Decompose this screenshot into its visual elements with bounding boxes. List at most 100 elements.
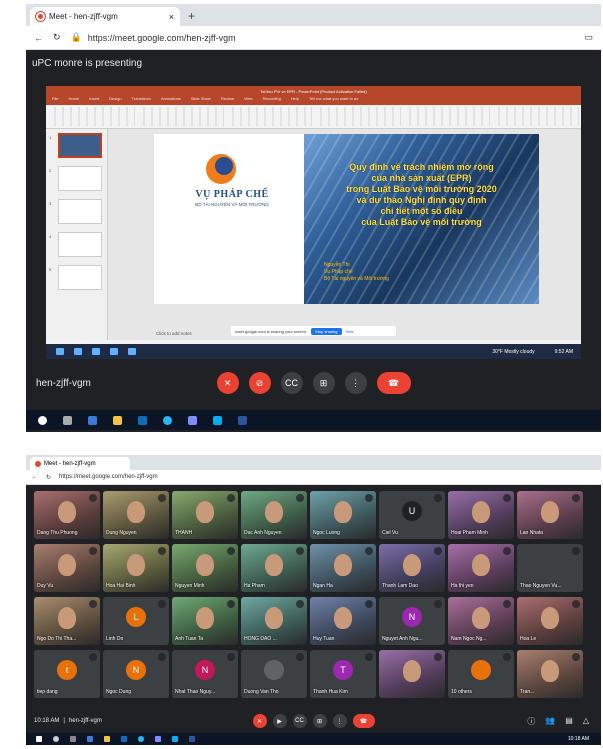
outlook-icon[interactable] [138, 415, 147, 425]
reload-icon[interactable]: ↻ [53, 32, 61, 43]
word-icon[interactable] [189, 736, 195, 742]
participant-tile[interactable]: THANH [172, 491, 238, 539]
tab-search-icon[interactable]: ▭ [584, 32, 593, 43]
chat-icon[interactable]: ▤ [565, 716, 573, 727]
participant-tile[interactable]: Duong Van Tho [241, 650, 307, 698]
participant-tile[interactable]: N Nhat Thao Nguy... [172, 650, 238, 698]
url-field[interactable]: 🔒 https://meet.google.com/hen-zjff-vgm [71, 32, 575, 43]
captions-icon[interactable]: CC [292, 714, 307, 728]
participant-tile[interactable]: Nguyen Minh [172, 544, 238, 592]
participant-tile[interactable]: Ngan Ha [310, 544, 376, 592]
teams-icon[interactable] [155, 736, 161, 742]
participant-tile[interactable]: Ngo Do Thi Tha... [34, 597, 100, 645]
ribbon-tab[interactable]: Design [109, 96, 121, 105]
participant-tile[interactable]: Huy Tuan [310, 597, 376, 645]
participant-tile[interactable]: Ngoc Luong [310, 491, 376, 539]
search-icon[interactable] [38, 415, 47, 425]
participant-name: Linh Do [106, 636, 124, 642]
edge-icon[interactable] [138, 736, 144, 742]
ribbon-tab[interactable]: File [52, 96, 58, 105]
ribbon-tab[interactable]: Transitions [132, 96, 151, 105]
camera-icon[interactable]: ▶ [272, 714, 287, 728]
ribbon-tab[interactable]: Insert [89, 96, 99, 105]
ribbon-tab[interactable]: Help [291, 96, 299, 105]
present-icon[interactable]: ⊞ [312, 372, 335, 394]
ribbon-tab[interactable]: Tell me what you want to do [309, 96, 358, 105]
edge-icon[interactable] [163, 415, 172, 425]
more-options-icon[interactable]: ⋮ [344, 372, 367, 394]
participant-tile[interactable] [379, 650, 445, 698]
participant-tile[interactable]: Hoa Le [517, 597, 583, 645]
slide-thumbnail[interactable] [58, 133, 102, 158]
calculator-icon[interactable] [88, 415, 97, 425]
url-text[interactable]: https://meet.google.com/hen-zjff-vgm [59, 474, 158, 480]
camera-off-icon[interactable]: ⊘ [248, 372, 271, 394]
participant-tile[interactable]: Hoai Pham Minh [448, 491, 514, 539]
participant-tile[interactable]: Nam Ngoc Ng... [448, 597, 514, 645]
participant-tile[interactable]: N Nguyet Anh Ngu... [379, 597, 445, 645]
end-call-icon[interactable]: ☎ [376, 372, 411, 394]
slide-thumbnail[interactable] [58, 265, 102, 290]
participant-tile[interactable]: Hoa Hai Binh [103, 544, 169, 592]
skype-icon[interactable] [172, 736, 178, 742]
windows-icon[interactable] [36, 736, 42, 742]
participant-tile[interactable]: HONG DAO ... [241, 597, 307, 645]
slide-thumbnail[interactable] [58, 232, 102, 257]
ribbon-tab[interactable]: View [244, 96, 253, 105]
word-icon[interactable] [238, 415, 247, 425]
captions-icon[interactable]: CC [280, 372, 303, 394]
ribbon-tab[interactable]: Home [68, 96, 79, 105]
slide-thumbnail[interactable] [58, 166, 102, 191]
reload-icon[interactable]: ↻ [46, 474, 51, 481]
participant-tile[interactable]: Tran... [517, 650, 583, 698]
mic-status-icon [158, 494, 166, 502]
teams-icon[interactable] [188, 415, 197, 425]
mic-off-icon[interactable]: ✕ [216, 372, 239, 394]
participant-tile[interactable]: Anh Tuan Ta [172, 597, 238, 645]
participant-tile[interactable]: Lan Nhata [517, 491, 583, 539]
ribbon-tab[interactable]: Slide Show [191, 96, 211, 105]
participant-tile[interactable]: 10 others [448, 650, 514, 698]
participant-tile[interactable]: Duy Vu [34, 544, 100, 592]
participant-tile[interactable]: L Linh Do [103, 597, 169, 645]
participant-tile[interactable]: t tiep dang [34, 650, 100, 698]
slide-thumbnail[interactable] [58, 199, 102, 224]
close-tab-icon[interactable]: × [169, 12, 174, 22]
folder-icon[interactable] [113, 415, 122, 425]
skype-icon[interactable] [213, 415, 222, 425]
add-notes[interactable]: Click to add notes [156, 331, 192, 336]
browser-tab[interactable]: Meet - hen-zjff-vgm × [30, 7, 180, 26]
outlook-icon[interactable] [121, 736, 127, 742]
task-view-icon[interactable] [63, 415, 72, 425]
ribbon-tab[interactable]: Recording [263, 96, 281, 105]
participant-tile[interactable]: Duc Anh Nguyen [241, 491, 307, 539]
participant-tile[interactable]: T Thanh Hua Kim [310, 650, 376, 698]
participant-tile[interactable]: Ha thi yen [448, 544, 514, 592]
search-icon[interactable] [53, 736, 59, 742]
browser-tab[interactable]: Meet - hen-zjff-vgm [30, 457, 130, 470]
people-icon[interactable]: 👥 [545, 716, 555, 727]
participant-tile[interactable]: Thao Nguyen Vu... [517, 544, 583, 592]
ribbon-tab[interactable]: Animations [161, 96, 181, 105]
present-icon[interactable]: ⊞ [312, 714, 327, 728]
info-icon[interactable]: ⓘ [527, 716, 535, 727]
calculator-icon[interactable] [87, 736, 93, 742]
mic-off-icon[interactable]: ✕ [252, 714, 267, 728]
participant-tile[interactable]: U Ciel Vu [379, 491, 445, 539]
participant-tile[interactable]: Thanh Lam Dao [379, 544, 445, 592]
task-view-icon[interactable] [70, 736, 76, 742]
more-options-icon[interactable]: ⋮ [332, 714, 347, 728]
back-icon[interactable]: ← [32, 474, 38, 480]
hide-button[interactable]: Hide [346, 329, 354, 334]
back-icon[interactable]: ← [34, 33, 43, 43]
participant-tile[interactable]: Dung Nguyen [103, 491, 169, 539]
participant-tile[interactable]: N Ngoc Dung [103, 650, 169, 698]
participant-tile[interactable]: Dang Thu Phuong [34, 491, 100, 539]
activities-icon[interactable]: △ [583, 716, 589, 727]
new-tab-button[interactable]: + [188, 9, 195, 23]
folder-icon[interactable] [104, 736, 110, 742]
end-call-icon[interactable]: ☎ [352, 714, 375, 728]
participant-tile[interactable]: Ha Pham [241, 544, 307, 592]
stop-sharing-button[interactable]: Stop sharing [311, 327, 342, 335]
ribbon-tab[interactable]: Review [221, 96, 234, 105]
